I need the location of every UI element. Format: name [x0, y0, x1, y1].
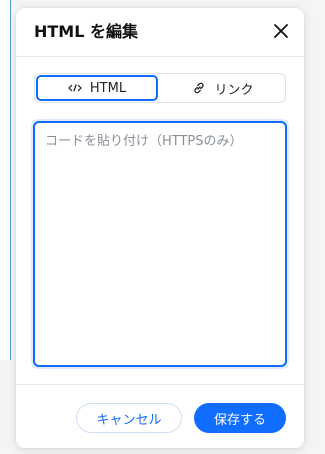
tab-html-label: HTML: [89, 80, 127, 96]
save-button[interactable]: 保存する: [194, 403, 286, 433]
footer-divider: [16, 384, 304, 385]
code-input[interactable]: [33, 121, 287, 367]
link-icon: [192, 81, 206, 95]
tab-link[interactable]: リンク: [161, 74, 285, 102]
source-type-tabs: HTML リンク: [34, 73, 286, 103]
cancel-button[interactable]: キャンセル: [76, 403, 182, 433]
tab-html[interactable]: HTML: [36, 75, 158, 101]
background-page-edge: [0, 0, 11, 360]
edit-html-dialog: HTML を編集 HTML リンク コードを貼り付け（HTTPSのみ） キャンセ…: [16, 8, 304, 448]
tab-link-label: リンク: [214, 82, 254, 98]
close-icon: [274, 24, 288, 38]
dialog-title: HTML を編集: [34, 22, 138, 41]
code-icon: [68, 83, 82, 93]
header-divider: [16, 56, 304, 57]
close-button[interactable]: [270, 20, 292, 42]
